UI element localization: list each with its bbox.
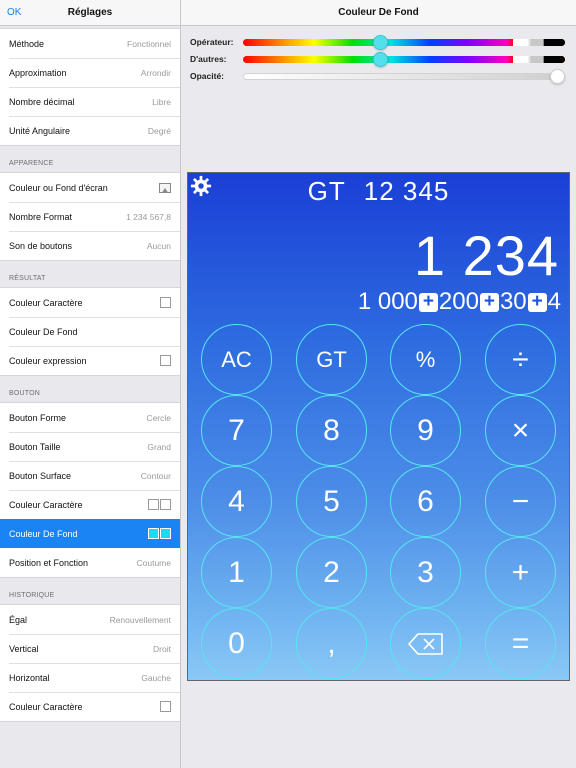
row-horizontal[interactable]: Horizontal Gauche bbox=[0, 663, 180, 692]
row-couleur-fond-ecran[interactable]: Couleur ou Fond d'écran bbox=[0, 173, 180, 202]
row-vertical[interactable]: Vertical Droit bbox=[0, 634, 180, 663]
opacity-slider-row: Opacité: bbox=[190, 68, 565, 84]
expr-term: 30 bbox=[499, 288, 527, 315]
section-historique-label: HISTORIQUE bbox=[9, 592, 55, 599]
row-couleur-expression[interactable]: Couleur expression bbox=[0, 346, 180, 375]
sidebar-header: OK Réglages bbox=[0, 0, 180, 26]
gt-label: GT bbox=[307, 176, 346, 206]
other-color-slider-row: D'autres: bbox=[190, 51, 565, 67]
resultat-group: Couleur Caractère Couleur De Fond Couleu… bbox=[0, 287, 180, 376]
digit-1-button[interactable]: 1 bbox=[201, 537, 272, 608]
plus-button[interactable]: + bbox=[485, 537, 556, 608]
expr-term: 1 000 bbox=[357, 288, 418, 315]
backspace-icon bbox=[407, 632, 443, 655]
digit-8-button[interactable]: 8 bbox=[296, 395, 367, 466]
row-approximation[interactable]: Approximation Arrondir bbox=[0, 58, 180, 87]
row-bouton-taille[interactable]: Bouton Taille Grand bbox=[0, 432, 180, 461]
general-settings-group: Méthode Fonctionnel Approximation Arrondir… bbox=[0, 28, 180, 146]
row-bouton-surface[interactable]: Bouton Surface Contour bbox=[0, 461, 180, 490]
opacity-slider-label: Opacité: bbox=[190, 71, 225, 81]
calculator-preview: GT 12 345 1 234 1 000 + 200 + 30 + 4 AC G… bbox=[187, 172, 570, 681]
digit-3-button[interactable]: 3 bbox=[390, 537, 461, 608]
equals-button[interactable]: = bbox=[485, 608, 556, 679]
digit-6-button[interactable]: 6 bbox=[390, 466, 461, 537]
row-nombre-decimal[interactable]: Nombre décimal Libre bbox=[0, 87, 180, 116]
row-bouton-forme[interactable]: Bouton Forme Cercle bbox=[0, 403, 180, 432]
row-bouton-couleur-fond[interactable]: Couleur De Fond bbox=[0, 519, 180, 548]
row-position-fonction[interactable]: Position et Fonction Coutume bbox=[0, 548, 180, 577]
opacity-slider-knob[interactable] bbox=[550, 68, 565, 84]
digit-4-button[interactable]: 4 bbox=[201, 466, 272, 537]
row-methode[interactable]: Méthode Fonctionnel bbox=[0, 29, 180, 58]
color-swatch bbox=[160, 355, 171, 366]
main-header: Couleur De Fond bbox=[181, 0, 576, 26]
row-egal[interactable]: Égal Renouvellement bbox=[0, 605, 180, 634]
minus-button[interactable]: − bbox=[485, 466, 556, 537]
other-slider-label: D'autres: bbox=[190, 54, 227, 64]
color-swatch bbox=[160, 297, 171, 308]
section-bouton-label: BOUTON bbox=[9, 390, 41, 397]
row-resultat-couleur-caractere[interactable]: Couleur Caractère bbox=[0, 288, 180, 317]
row-resultat-couleur-fond[interactable]: Couleur De Fond bbox=[0, 317, 180, 346]
historique-group: Égal Renouvellement Vertical Droit Horizon… bbox=[0, 604, 180, 722]
expr-term: 200 bbox=[438, 288, 479, 315]
color-swatch-pair bbox=[148, 528, 171, 539]
digit-2-button[interactable]: 2 bbox=[296, 537, 367, 608]
row-historique-couleur-caractere[interactable]: Couleur Caractère bbox=[0, 692, 180, 721]
section-apparence-label: APPARENCE bbox=[9, 160, 54, 167]
row-unite-angulaire[interactable]: Unité Angulaire Degré bbox=[0, 116, 180, 145]
row-nombre-format[interactable]: Nombre Format 1 234 567,8 bbox=[0, 202, 180, 231]
row-bouton-couleur-caractere[interactable]: Couleur Caractère bbox=[0, 490, 180, 519]
sidebar-title: Réglages bbox=[67, 7, 113, 18]
digit-0-button[interactable]: 0 bbox=[201, 608, 272, 679]
digit-9-button[interactable]: 9 bbox=[390, 395, 461, 466]
main-display: 1 234 bbox=[413, 224, 559, 287]
multiply-button[interactable]: × bbox=[485, 395, 556, 466]
plus-operator-icon: + bbox=[479, 292, 499, 312]
settings-sidebar: OK Réglages Méthode Fonctionnel Approxima… bbox=[0, 0, 181, 768]
opacity-slider[interactable] bbox=[243, 72, 565, 80]
section-resultat-label: RÉSULTAT bbox=[9, 275, 46, 282]
operator-slider-label: Opérateur: bbox=[190, 37, 234, 47]
digit-7-button[interactable]: 7 bbox=[201, 395, 272, 466]
plus-operator-icon: + bbox=[527, 292, 547, 312]
expr-term: 4 bbox=[547, 288, 561, 315]
gt-value: 12 345 bbox=[363, 176, 450, 206]
operator-slider-knob[interactable] bbox=[373, 34, 388, 50]
other-hue-slider[interactable] bbox=[243, 55, 565, 63]
grand-total-line: GT 12 345 bbox=[188, 176, 569, 207]
gt-button[interactable]: GT bbox=[296, 324, 367, 395]
bouton-group: Bouton Forme Cercle Bouton Taille Grand Bo… bbox=[0, 402, 180, 578]
ac-button[interactable]: AC bbox=[201, 324, 272, 395]
image-icon bbox=[159, 182, 171, 193]
percent-button[interactable]: % bbox=[390, 324, 461, 395]
backspace-button[interactable] bbox=[390, 608, 461, 679]
comma-button[interactable]: , bbox=[296, 608, 367, 679]
page-title: Couleur De Fond bbox=[338, 7, 419, 18]
row-son-boutons[interactable]: Son de boutons Aucun bbox=[0, 231, 180, 260]
plus-operator-icon: + bbox=[418, 292, 438, 312]
apparence-group: Couleur ou Fond d'écran Nombre Format 1 2… bbox=[0, 172, 180, 261]
operator-color-slider-row: Opérateur: bbox=[190, 34, 565, 50]
expression-line: 1 000 + 200 + 30 + 4 bbox=[358, 288, 561, 316]
divide-button[interactable]: ÷ bbox=[485, 324, 556, 395]
color-swatch-pair bbox=[148, 499, 171, 510]
other-slider-knob[interactable] bbox=[373, 51, 388, 67]
color-swatch bbox=[160, 701, 171, 712]
operator-hue-slider[interactable] bbox=[243, 38, 565, 46]
digit-5-button[interactable]: 5 bbox=[296, 466, 367, 537]
